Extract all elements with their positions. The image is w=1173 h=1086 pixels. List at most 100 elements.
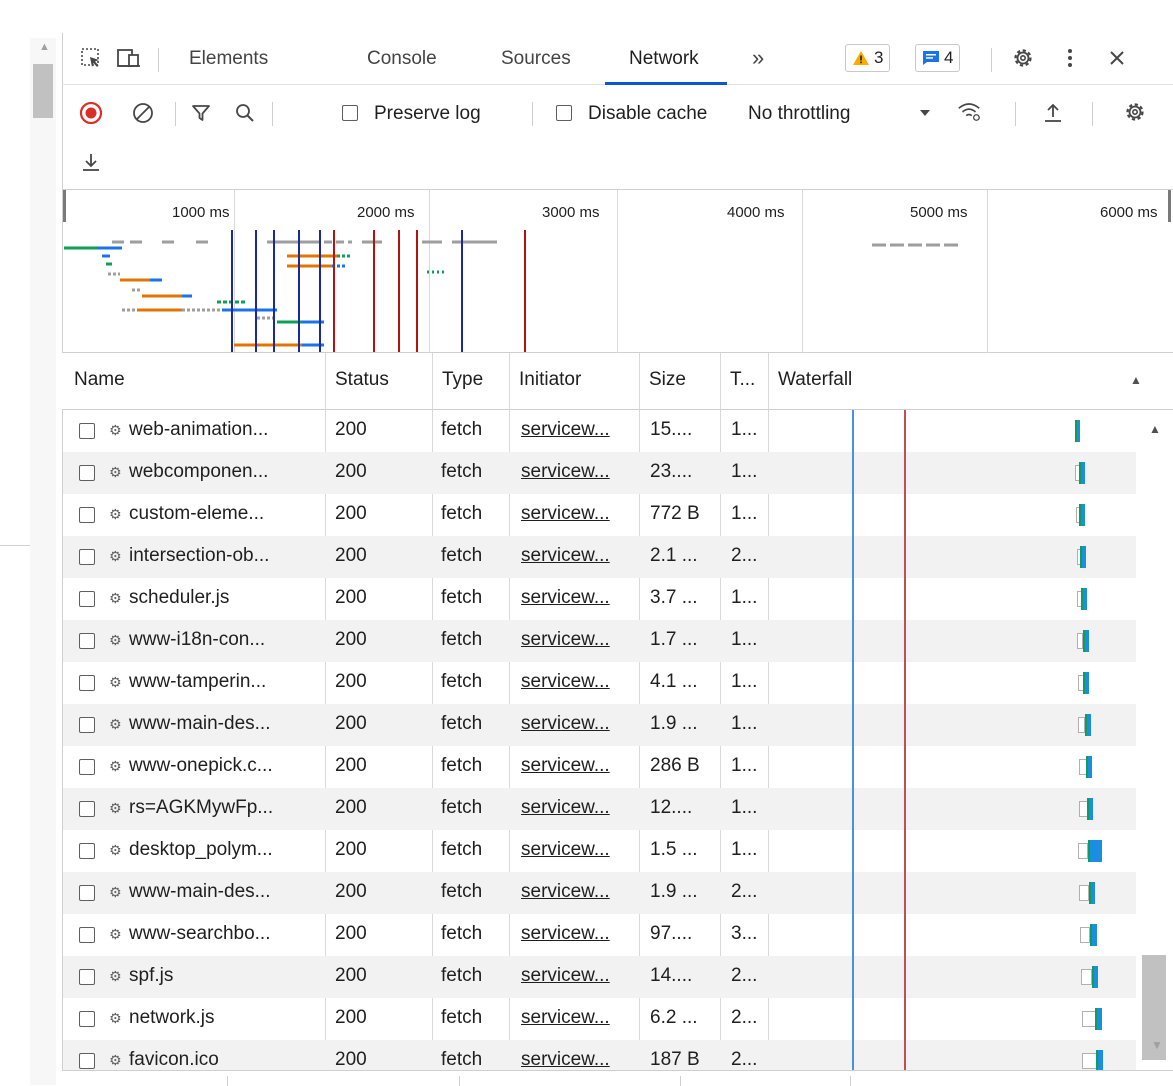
column-header-status[interactable]: Status: [335, 369, 389, 391]
row-checkbox[interactable]: [79, 633, 95, 649]
table-row[interactable]: ⚙ www-main-des... 200 fetch servicew... 1.9 .…: [63, 704, 1136, 746]
column-header-waterfall[interactable]: Waterfall: [778, 369, 852, 391]
table-row[interactable]: ⚙ intersection-ob... 200 fetch servicew... 2.…: [63, 536, 1136, 578]
request-name[interactable]: scheduler.js: [129, 587, 323, 609]
row-checkbox[interactable]: [79, 1053, 95, 1069]
tab-sources[interactable]: Sources: [501, 48, 571, 70]
filter-icon[interactable]: [188, 100, 214, 126]
table-row[interactable]: ⚙ www-tamperin... 200 fetch servicew... 4.1 .…: [63, 662, 1136, 704]
row-checkbox[interactable]: [79, 591, 95, 607]
page-scrollbar-thumb[interactable]: [33, 64, 53, 118]
page-scrollbar[interactable]: ▲: [30, 38, 56, 1085]
request-initiator-link[interactable]: servicew...: [521, 1049, 641, 1071]
request-initiator-link[interactable]: servicew...: [521, 545, 641, 567]
request-initiator-link[interactable]: servicew...: [521, 587, 641, 609]
table-row[interactable]: ⚙ web-animation... 200 fetch servicew... 15..…: [63, 410, 1136, 452]
row-checkbox[interactable]: [79, 801, 95, 817]
table-row[interactable]: ⚙ rs=AGKMywFp... 200 fetch servicew... 12....…: [63, 788, 1136, 830]
column-header-initiator[interactable]: Initiator: [519, 369, 581, 391]
import-har-upload-icon[interactable]: [1040, 100, 1066, 126]
request-initiator-link[interactable]: servicew...: [521, 839, 641, 861]
settings-gear-icon[interactable]: [1010, 45, 1036, 71]
table-row[interactable]: ⚙ www-main-des... 200 fetch servicew... 1.9 .…: [63, 872, 1136, 914]
network-conditions-wifi-icon[interactable]: [956, 98, 982, 124]
request-name[interactable]: web-animation...: [129, 419, 323, 441]
row-checkbox[interactable]: [79, 507, 95, 523]
more-options-kebab-icon[interactable]: [1057, 45, 1083, 71]
request-name[interactable]: www-main-des...: [129, 881, 323, 903]
tab-network[interactable]: Network: [629, 48, 699, 70]
request-initiator-link[interactable]: servicew...: [521, 419, 641, 441]
device-toolbar-icon[interactable]: [116, 45, 142, 71]
inspect-element-icon[interactable]: [78, 45, 104, 71]
request-name[interactable]: spf.js: [129, 965, 323, 987]
request-name[interactable]: webcomponen...: [129, 461, 323, 483]
request-initiator-link[interactable]: servicew...: [521, 923, 641, 945]
column-header-type[interactable]: Type: [442, 369, 483, 391]
request-initiator-link[interactable]: servicew...: [521, 629, 641, 651]
request-name[interactable]: favicon.ico: [129, 1049, 323, 1071]
request-name[interactable]: network.js: [129, 1007, 323, 1029]
request-name[interactable]: www-i18n-con...: [129, 629, 323, 651]
request-initiator-link[interactable]: servicew...: [521, 755, 641, 777]
search-icon[interactable]: [232, 100, 258, 126]
row-checkbox[interactable]: [79, 843, 95, 859]
request-initiator-link[interactable]: servicew...: [521, 461, 641, 483]
dropdown-arrow-icon[interactable]: [912, 100, 938, 126]
scroll-up-arrow-icon[interactable]: ▲: [39, 42, 50, 53]
request-initiator-link[interactable]: servicew...: [521, 671, 641, 693]
preserve-log-checkbox[interactable]: [342, 105, 358, 121]
tab-console[interactable]: Console: [367, 48, 437, 70]
request-name[interactable]: custom-eleme...: [129, 503, 323, 525]
table-row[interactable]: ⚙ www-searchbo... 200 fetch servicew... 97...…: [63, 914, 1136, 956]
request-name[interactable]: www-onepick.c...: [129, 755, 323, 777]
tab-elements[interactable]: Elements: [189, 48, 268, 70]
stop-recording-icon[interactable]: [78, 100, 104, 126]
disable-cache-checkbox[interactable]: [556, 105, 572, 121]
warnings-badge[interactable]: 3: [845, 44, 891, 72]
table-row[interactable]: ⚙ webcomponen... 200 fetch servicew... 23....…: [63, 452, 1136, 494]
request-initiator-link[interactable]: servicew...: [521, 881, 641, 903]
table-row[interactable]: ⚙ custom-eleme... 200 fetch servicew... 772 B…: [63, 494, 1136, 536]
network-overview-timeline[interactable]: 1000 ms 2000 ms 3000 ms 4000 ms 5000 ms …: [62, 190, 1173, 353]
request-name[interactable]: rs=AGKMywFp...: [129, 797, 323, 819]
column-header-time[interactable]: T...: [730, 369, 755, 391]
row-checkbox[interactable]: [79, 549, 95, 565]
network-settings-gear-icon[interactable]: [1122, 99, 1148, 125]
column-header-name[interactable]: Name: [74, 369, 125, 391]
row-checkbox[interactable]: [79, 1011, 95, 1027]
scroll-down-arrow-icon[interactable]: ▼: [1151, 1038, 1163, 1052]
table-scrollbar[interactable]: ▲ ▼: [1136, 410, 1173, 1060]
row-checkbox[interactable]: [79, 969, 95, 985]
table-row[interactable]: ⚙ network.js 200 fetch servicew... 6.2 ... 2..…: [63, 998, 1136, 1040]
table-row[interactable]: ⚙ www-i18n-con... 200 fetch servicew... 1.7 .…: [63, 620, 1136, 662]
messages-badge[interactable]: 4: [915, 44, 961, 72]
request-initiator-link[interactable]: servicew...: [521, 713, 641, 735]
export-har-download-icon[interactable]: [78, 149, 104, 175]
request-initiator-link[interactable]: servicew...: [521, 1007, 641, 1029]
table-row[interactable]: ⚙ scheduler.js 200 fetch servicew... 3.7 ... 1…: [63, 578, 1136, 620]
table-row[interactable]: ⚙ desktop_polym... 200 fetch servicew... 1.5 …: [63, 830, 1136, 872]
request-name[interactable]: desktop_polym...: [129, 839, 323, 861]
row-checkbox[interactable]: [79, 927, 95, 943]
request-initiator-link[interactable]: servicew...: [521, 965, 641, 987]
request-name[interactable]: www-tamperin...: [129, 671, 323, 693]
column-header-size[interactable]: Size: [649, 369, 686, 391]
more-tabs-button[interactable]: »: [752, 45, 764, 71]
row-checkbox[interactable]: [79, 465, 95, 481]
request-name[interactable]: www-searchbo...: [129, 923, 323, 945]
request-initiator-link[interactable]: servicew...: [521, 797, 641, 819]
row-checkbox[interactable]: [79, 423, 95, 439]
row-checkbox[interactable]: [79, 717, 95, 733]
close-devtools-icon[interactable]: [1104, 45, 1130, 71]
scroll-up-arrow-icon[interactable]: ▲: [1149, 422, 1161, 436]
row-checkbox[interactable]: [79, 759, 95, 775]
request-initiator-link[interactable]: servicew...: [521, 503, 641, 525]
request-name[interactable]: intersection-ob...: [129, 545, 323, 567]
request-name[interactable]: www-main-des...: [129, 713, 323, 735]
table-row[interactable]: ⚙ www-onepick.c... 200 fetch servicew... 286 …: [63, 746, 1136, 788]
row-checkbox[interactable]: [79, 675, 95, 691]
throttling-select[interactable]: No throttling: [748, 103, 850, 125]
sort-ascending-icon[interactable]: ▲: [1130, 373, 1142, 387]
clear-log-icon[interactable]: [130, 100, 156, 126]
